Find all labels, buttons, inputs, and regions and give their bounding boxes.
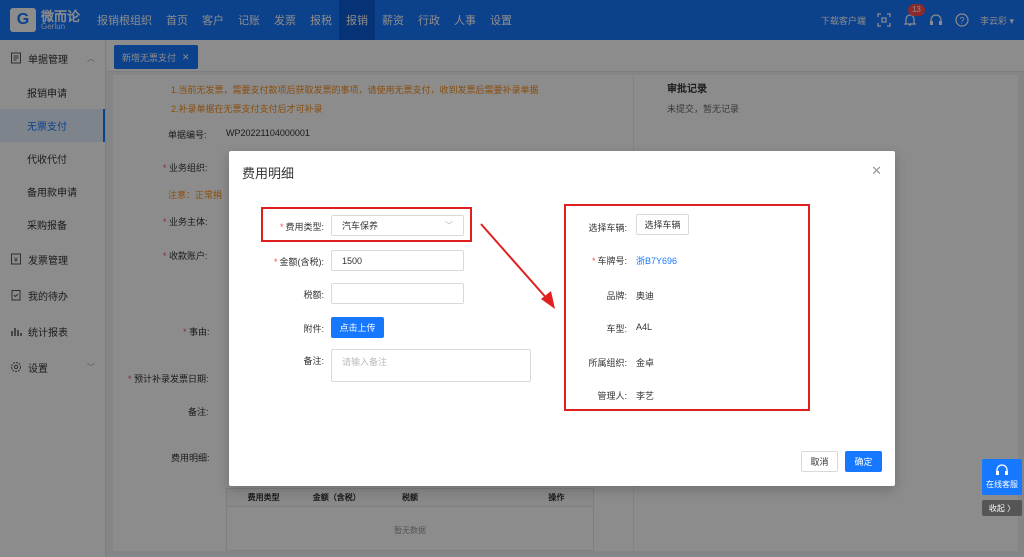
highlight-box-fee-type [261, 207, 472, 242]
ok-button[interactable]: 确定 [845, 451, 882, 472]
brand-label: 品牌: [606, 291, 627, 301]
brand-value: 奥迪 [636, 291, 655, 301]
attachment-label: 附件: [303, 324, 324, 334]
headset-icon [995, 464, 1009, 479]
org-label: 所属组织: [588, 358, 627, 368]
highlight-box-vehicle [564, 204, 810, 411]
remark-label: 备注: [303, 356, 324, 366]
model-label: 车型: [606, 324, 627, 334]
close-icon[interactable]: ✕ [871, 163, 882, 179]
amount-label: * 金额(含税): [273, 257, 324, 267]
modal-title: 费用明细 [242, 166, 295, 181]
plate-label: * 车牌号: [591, 256, 627, 266]
amount-value: 1500 [342, 255, 363, 266]
upload-button[interactable]: 点击上传 [331, 317, 384, 338]
cancel-button[interactable]: 取消 [801, 451, 838, 472]
collapse-button[interactable]: 收起 〉 [982, 500, 1022, 516]
vehicle-label: 选择车辆: [588, 223, 627, 233]
remark-placeholder: 请输入备注 [342, 357, 388, 367]
org-value: 金卓 [636, 358, 655, 368]
online-service-button[interactable]: 在线客服 [982, 459, 1022, 495]
tax-label: 税额: [303, 290, 324, 300]
manager-label: 管理人: [597, 391, 627, 401]
online-service-label: 在线客服 [986, 480, 1018, 489]
select-vehicle-button[interactable]: 选择车辆 [636, 214, 689, 235]
fee-detail-modal: 费用明细 ✕ * 费用类型: 汽车保养 ﹀ * 金额(含税): 1500 税额: 附… [229, 151, 895, 486]
plate-value[interactable]: 浙B7Y696 [636, 254, 677, 267]
remark-textarea[interactable]: 请输入备注 [331, 349, 531, 382]
tax-input[interactable] [331, 283, 464, 304]
model-value: A4L [636, 322, 653, 332]
manager-value: 李艺 [636, 391, 655, 401]
amount-input[interactable]: 1500 [331, 250, 464, 271]
